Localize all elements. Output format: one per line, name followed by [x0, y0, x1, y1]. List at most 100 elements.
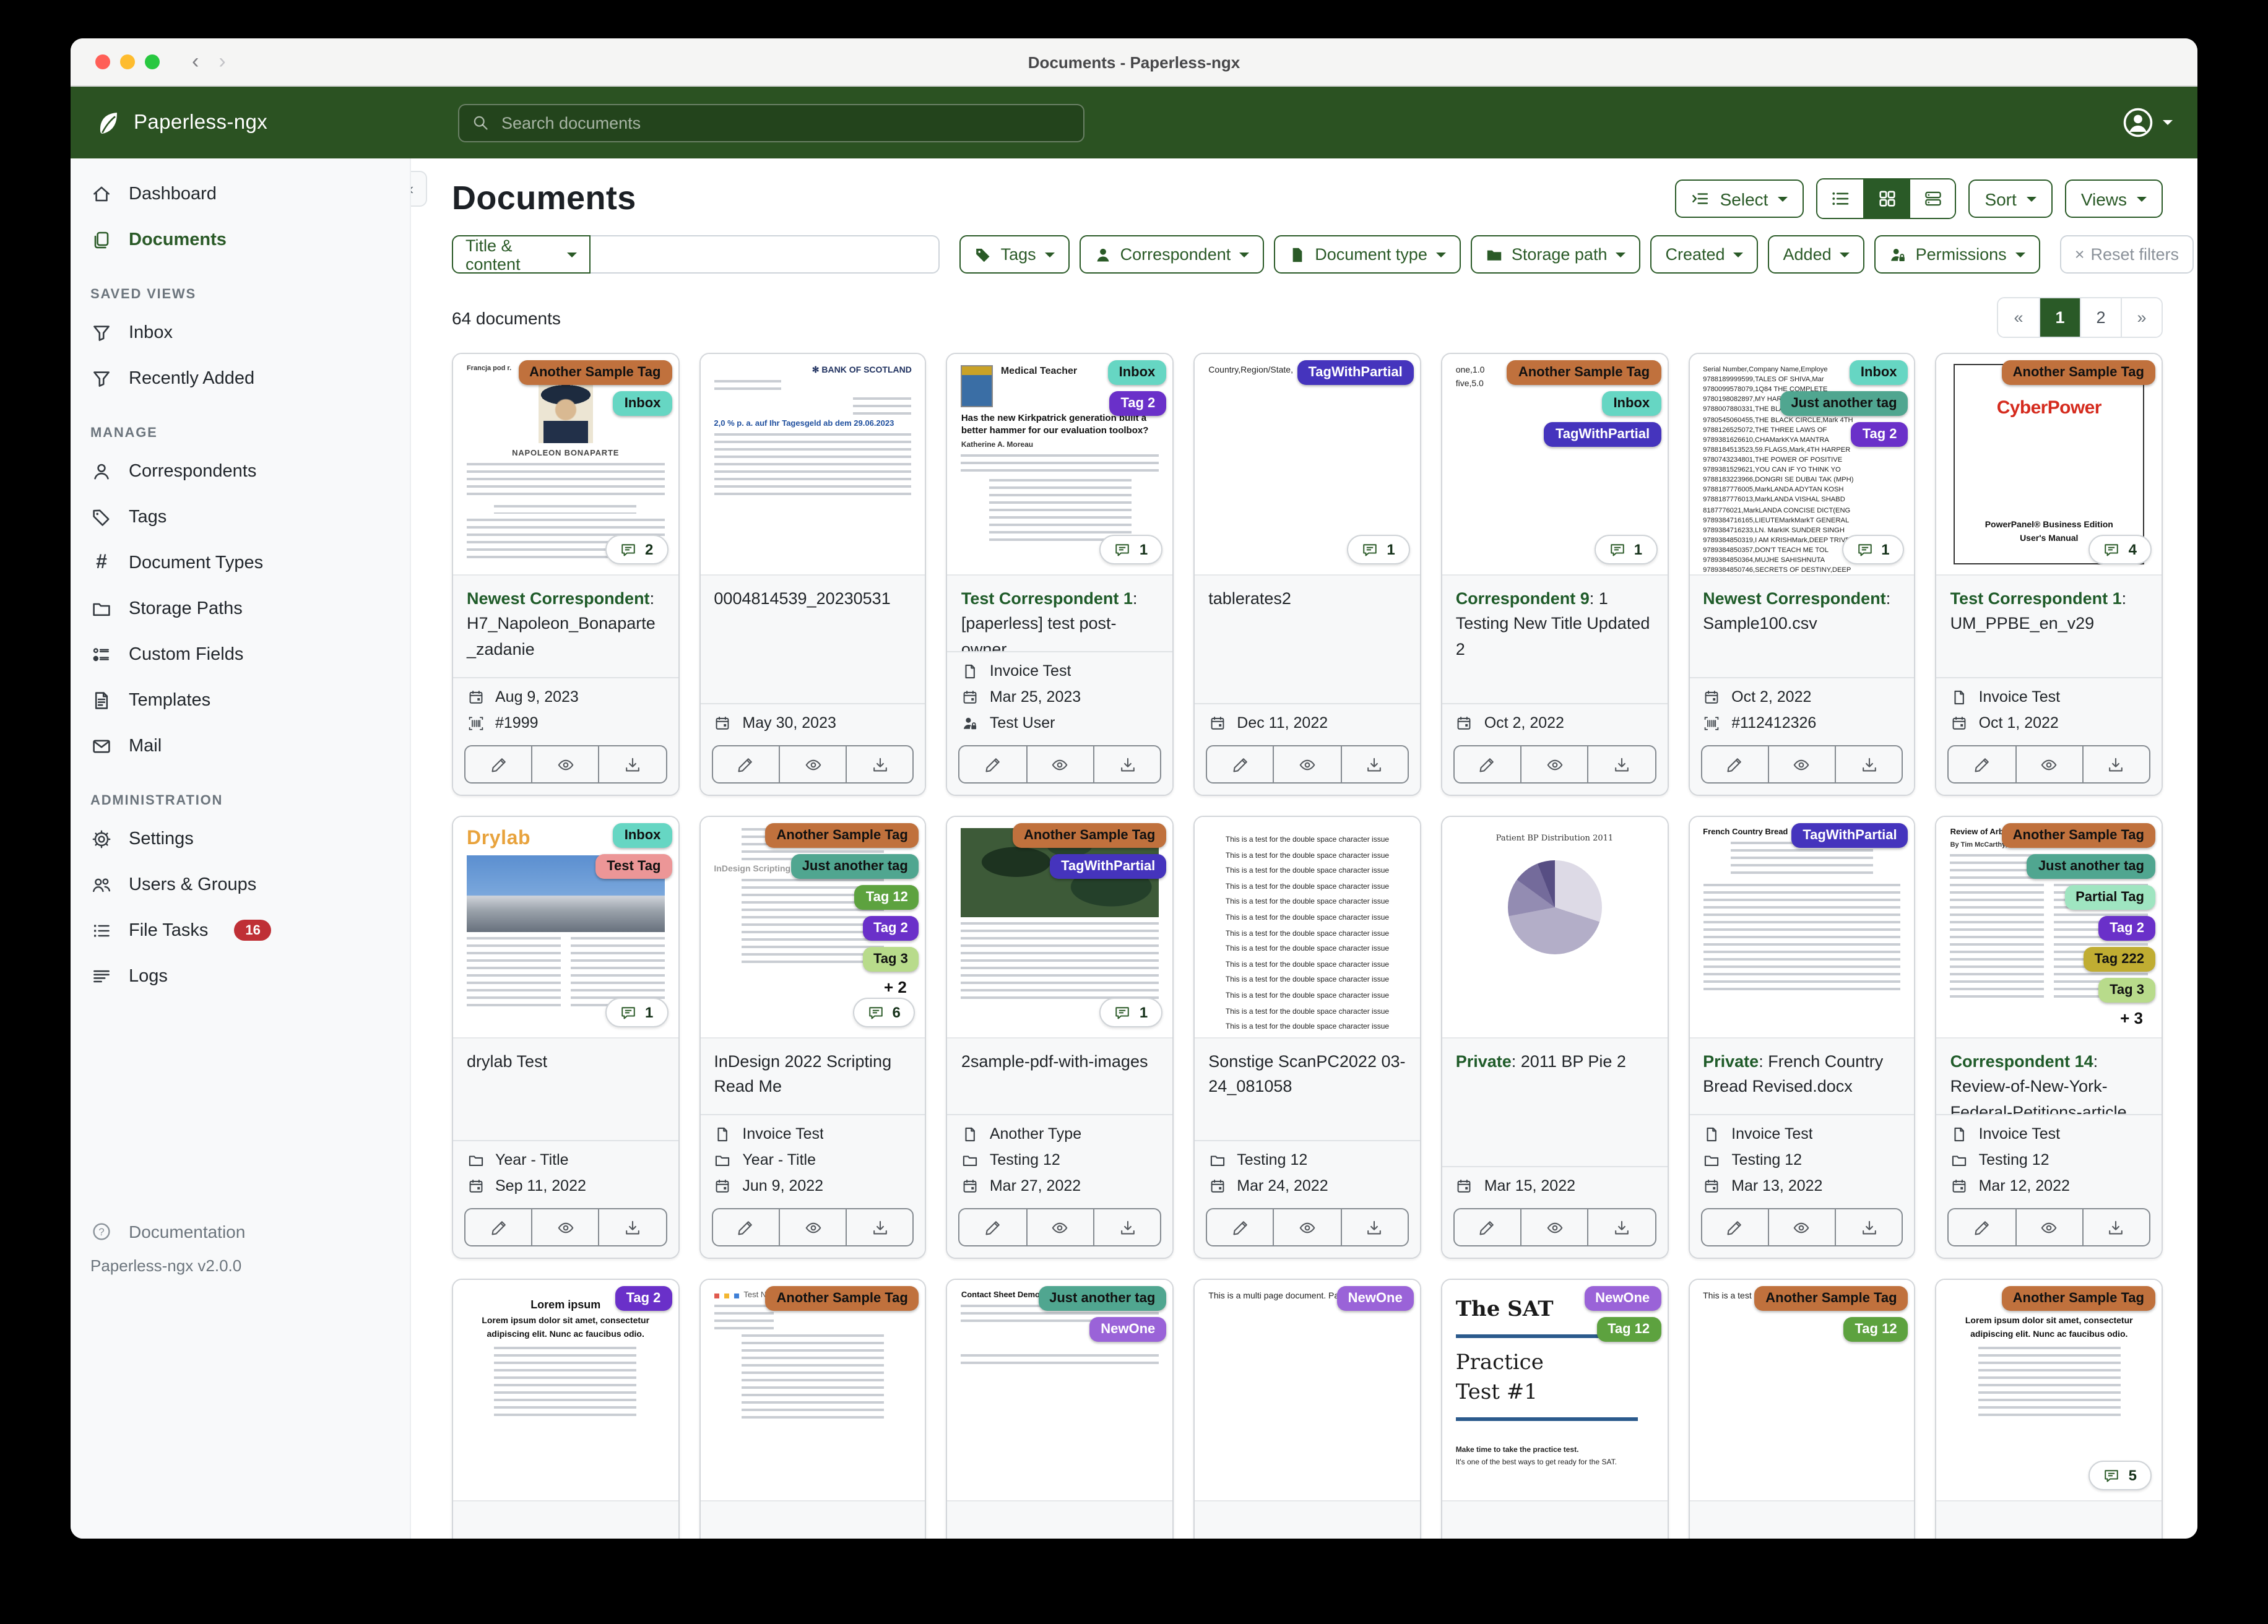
tag-pill[interactable]: NewOne [1336, 1286, 1414, 1311]
view-button[interactable] [778, 746, 846, 782]
document-title[interactable] [453, 1500, 678, 1539]
user-menu[interactable] [2122, 106, 2173, 139]
search-input[interactable] [499, 112, 1071, 133]
document-card[interactable]: Another Sample Tag TagWithPartial 1 2sample… [946, 816, 1174, 1259]
document-card[interactable]: Test Name Another Sample Tag [699, 1279, 927, 1539]
comment-count-badge[interactable]: 1 [1347, 535, 1410, 564]
view-button[interactable] [531, 746, 598, 782]
document-thumbnail[interactable]: Medical Teacher Has the new Kirkpatrick g… [947, 354, 1173, 574]
document-title[interactable]: Test Correspondent 1: UM_PPBE_en_v29 [1936, 574, 2162, 677]
edit-button[interactable] [1455, 746, 1520, 782]
tag-pill[interactable]: Test Tag [595, 854, 672, 879]
document-title[interactable] [1442, 1500, 1668, 1539]
tag-pill[interactable]: Just another tag [1038, 1286, 1167, 1311]
sidebar-item-users-groups[interactable]: Users & Groups [71, 862, 410, 907]
page-1-button[interactable]: 1 [2039, 298, 2080, 337]
download-button[interactable] [846, 746, 912, 782]
document-thumbnail[interactable]: Country,Region/State, TagWithPartial 1 [1195, 354, 1420, 574]
document-thumbnail[interactable]: CyberPower PowerPanel® Business Edition Us… [1936, 354, 2162, 574]
edit-button[interactable] [960, 746, 1026, 782]
tag-pill[interactable]: Just another tag [790, 854, 919, 879]
edit-button[interactable] [1949, 1209, 2015, 1245]
tag-pill[interactable]: Just another tag [2027, 854, 2155, 879]
comment-count-badge[interactable]: 1 [1099, 535, 1163, 564]
document-title[interactable]: 2sample-pdf-with-images [947, 1037, 1173, 1114]
tag-pill[interactable]: Tag 222 [2083, 947, 2155, 972]
download-button[interactable] [2082, 746, 2149, 782]
document-card[interactable]: one,1.0 five,5.0 Another Sample Tag Inbox T… [1440, 353, 1669, 796]
sidebar-item-settings[interactable]: Settings [71, 816, 410, 862]
sidebar-item-templates[interactable]: Templates [71, 677, 410, 723]
document-card[interactable]: ✻ BANK OF SCOTLAND 2,0 % p. a. auf Ihr Ta… [699, 353, 927, 796]
tag-pill[interactable]: Another Sample Tag [2001, 360, 2155, 385]
document-thumbnail[interactable]: Lorem ipsumLorem ipsum dolor sit amet, c… [453, 1280, 678, 1500]
tag-pill[interactable]: Another Sample Tag [1507, 360, 1661, 385]
tag-pill[interactable]: Another Sample Tag [2001, 823, 2155, 848]
view-button[interactable] [1767, 1209, 1835, 1245]
download-button[interactable] [1093, 1209, 1160, 1245]
sidebar-item-dashboard[interactable]: Dashboard [71, 171, 410, 217]
document-thumbnail[interactable]: French Country Bread TagWithPartial [1689, 817, 1915, 1037]
reset-filters-button[interactable]: × Reset filters [2059, 235, 2194, 274]
document-thumbnail[interactable]: InDesign Scripting Documentation Another … [700, 817, 925, 1037]
document-card[interactable]: Francja pod r. NAPOLEON BONAPARTE Another … [452, 353, 680, 796]
tag-pill[interactable]: Inbox [1602, 391, 1661, 416]
document-card[interactable]: Medical Teacher Has the new Kirkpatrick g… [946, 353, 1174, 796]
document-thumbnail[interactable]: Test Name Another Sample Tag [700, 1280, 925, 1500]
comment-count-badge[interactable]: 1 [1099, 998, 1163, 1027]
download-button[interactable] [1835, 746, 1902, 782]
document-card[interactable]: CyberPower PowerPanel® Business Edition Us… [1935, 353, 2163, 796]
view-button[interactable] [1273, 1209, 1340, 1245]
tag-pill[interactable]: TagWithPartial [1297, 360, 1414, 385]
tag-pill[interactable]: Inbox [613, 391, 672, 416]
edit-button[interactable] [960, 1209, 1026, 1245]
filter-created-button[interactable]: Created [1650, 235, 1759, 274]
document-card[interactable]: Country,Region/State, TagWithPartial 1 tabl… [1193, 353, 1421, 796]
sidebar-item-mail[interactable]: Mail [71, 723, 410, 769]
document-card[interactable]: Drylab Inbox Test Tag 1 drylab Test Year - Ti… [452, 816, 680, 1259]
document-title[interactable]: 0004814539_20230531 [700, 574, 925, 703]
view-button[interactable] [1767, 746, 1835, 782]
comment-count-badge[interactable]: 1 [605, 998, 669, 1027]
document-thumbnail[interactable]: ✻ BANK OF SCOTLAND 2,0 % p. a. auf Ihr Ta… [700, 354, 925, 574]
document-title[interactable]: Correspondent 14: Review-of-New-York-Fed… [1936, 1037, 2162, 1114]
tag-pill[interactable]: Tag 2 [2098, 916, 2155, 941]
document-card[interactable]: This is a multi page document. Page 1. Ne… [1193, 1279, 1421, 1539]
filter-storage-path-button[interactable]: Storage path [1470, 235, 1641, 274]
document-title[interactable]: Newest Correspondent: Sample100.csv [1689, 574, 1915, 677]
download-button[interactable] [1340, 1209, 1407, 1245]
filter-added-button[interactable]: Added [1768, 235, 1865, 274]
sidebar-item-logs[interactable]: Logs [71, 953, 410, 999]
view-button[interactable] [531, 1209, 598, 1245]
document-thumbnail[interactable]: Patient BP Distribution 2011 [1442, 817, 1668, 1037]
document-thumbnail[interactable]: Lorem ipsumLorem ipsum dolor sit amet, c… [1936, 1280, 2162, 1500]
document-thumbnail[interactable]: one,1.0 five,5.0 Another Sample Tag Inbox T… [1442, 354, 1668, 574]
view-button[interactable] [2015, 1209, 2082, 1245]
tag-pill[interactable]: Another Sample Tag [1754, 1286, 1908, 1311]
tag-pill[interactable]: Tag 2 [1109, 391, 1167, 416]
document-title[interactable]: drylab Test [453, 1037, 678, 1140]
document-card[interactable]: This is a test Another Sample Tag Tag 12 [1688, 1279, 1916, 1539]
tag-pill[interactable]: Inbox [1107, 360, 1167, 385]
sidebar-item-correspondents[interactable]: Correspondents [71, 448, 410, 494]
tag-pill[interactable]: Tag 2 [1851, 422, 1908, 447]
edit-button[interactable] [1207, 746, 1273, 782]
document-thumbnail[interactable]: Contact Sheet Demo Just another tag NewOne [947, 1280, 1173, 1500]
view-button[interactable] [1520, 1209, 1587, 1245]
edit-button[interactable] [465, 746, 531, 782]
document-card[interactable]: Lorem ipsumLorem ipsum dolor sit amet, c… [1935, 1279, 2163, 1539]
download-button[interactable] [1587, 1209, 1655, 1245]
document-title[interactable] [700, 1500, 925, 1539]
tag-pill[interactable]: Another Sample Tag [518, 360, 672, 385]
tag-pill[interactable]: NewOne [1584, 1286, 1661, 1311]
prev-page-button[interactable]: « [1998, 298, 2039, 337]
sidebar-item-inbox[interactable]: Inbox [71, 309, 410, 355]
tag-pill[interactable]: Tag 2 [615, 1286, 672, 1311]
app-brand[interactable]: Paperless-ngx [71, 110, 411, 136]
document-title[interactable]: Newest Correspondent: H7_Napoleon_Bonapa… [453, 574, 678, 677]
tag-pill[interactable]: Another Sample Tag [2001, 1286, 2155, 1311]
view-button[interactable] [1026, 746, 1093, 782]
document-title[interactable]: Correspondent 9: 1 Testing New Title Upd… [1442, 574, 1668, 703]
tag-pill[interactable]: Partial Tag [2064, 885, 2155, 910]
download-button[interactable] [1835, 1209, 1902, 1245]
